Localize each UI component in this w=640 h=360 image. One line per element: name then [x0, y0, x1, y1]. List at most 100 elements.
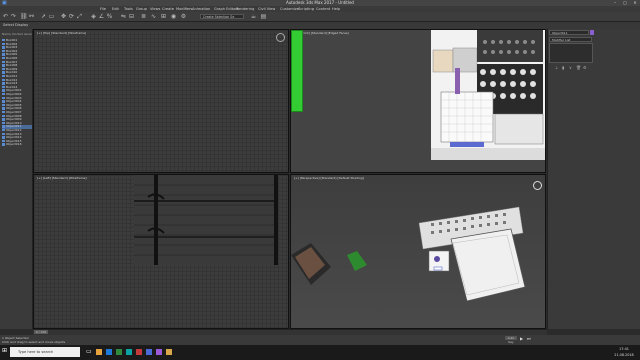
angle-snap-icon[interactable]: ∠ [98, 13, 105, 20]
visibility-icon[interactable] [2, 60, 5, 63]
object-name-field[interactable]: Object011 [549, 30, 589, 35]
visibility-icon[interactable] [2, 118, 5, 121]
tab-select[interactable]: Select [3, 22, 14, 29]
redo-icon[interactable]: ↷ [10, 13, 17, 20]
visibility-icon[interactable] [2, 85, 5, 89]
tab-display[interactable]: Display [15, 22, 28, 29]
time-slider[interactable]: 0 / 100 [34, 330, 48, 334]
modifier-list-dropdown[interactable]: Modifier List [549, 37, 592, 42]
scene-explorer: Name (Sorted Ascendi Box001Box002Box003B… [0, 29, 33, 329]
scene-explorer-row[interactable]: Object016 [2, 143, 32, 146]
visibility-icon[interactable] [2, 67, 5, 71]
object-color-swatch[interactable] [590, 30, 594, 35]
viewcube-icon[interactable] [276, 33, 285, 42]
select-object-icon[interactable]: ➚ [40, 13, 47, 20]
visibility-icon[interactable] [2, 129, 5, 132]
visibility-icon[interactable] [2, 42, 5, 45]
visibility-icon[interactable] [2, 103, 5, 107]
pin-stack-icon[interactable]: ⊥ [555, 65, 558, 70]
visibility-icon[interactable] [2, 136, 5, 139]
scene-explorer-header[interactable]: Name (Sorted Ascendi [2, 33, 32, 36]
visibility-icon[interactable] [2, 82, 5, 85]
app-taskbar-icon-4[interactable] [166, 349, 172, 355]
status-bar [0, 335, 640, 345]
configure-sets-icon[interactable]: ⚙ [583, 65, 587, 70]
visibility-icon[interactable] [2, 96, 5, 99]
material-editor-icon[interactable]: ◉ [170, 13, 177, 20]
move-icon[interactable]: ✥ [60, 13, 67, 20]
app-taskbar-icon-3[interactable] [156, 349, 162, 355]
viewport-top[interactable]: [+] [Top] [Standard] [Wireframe] [33, 29, 289, 173]
visibility-icon[interactable] [2, 39, 5, 42]
schematic-icon[interactable]: ⊞ [160, 13, 167, 20]
render-setup-icon[interactable]: ⚙ [180, 13, 187, 20]
command-panel [547, 29, 640, 329]
visibility-icon[interactable] [2, 71, 5, 74]
excel-icon[interactable] [116, 349, 122, 355]
percent-snap-icon[interactable]: % [106, 13, 113, 20]
scene-explorer-tabs [0, 22, 640, 29]
render-icon[interactable]: ☕ [250, 13, 257, 20]
selection-set-dropdown[interactable]: Create Selection Se [200, 14, 244, 19]
scale-icon[interactable]: ⤢ [76, 13, 83, 20]
viewport-perspective[interactable]: [+] [Perspective] [Standard] [Default Sh… [290, 174, 546, 329]
viewport-perspective-label[interactable]: [+] [Perspective] [Standard] [Default Sh… [294, 176, 364, 180]
auto-key-button[interactable]: Auto Key [505, 336, 517, 344]
mirror-icon[interactable]: ⇋ [120, 13, 127, 20]
bed-wireframe-left [134, 175, 278, 265]
remove-modifier-icon[interactable]: 🗑 [576, 65, 581, 70]
visibility-icon[interactable] [2, 143, 5, 146]
unlink-icon[interactable]: ⚯ [28, 13, 35, 20]
visibility-icon[interactable] [2, 100, 5, 103]
visibility-icon[interactable] [2, 139, 5, 143]
app-taskbar-icon[interactable] [136, 349, 142, 355]
visibility-icon[interactable] [2, 111, 5, 114]
scene-explorer-row-label: Object016 [6, 143, 22, 147]
show-end-result-icon[interactable]: ▮ [562, 65, 564, 70]
taskbar-clock[interactable]: 17:41 21.08.2018 [610, 346, 638, 358]
visibility-icon[interactable] [2, 93, 5, 96]
visibility-icon[interactable] [2, 107, 5, 110]
visibility-icon[interactable] [2, 89, 5, 92]
viewport-left-label[interactable]: [+] [Left] [Standard] [Wireframe] [37, 176, 87, 180]
visibility-icon[interactable] [2, 53, 5, 56]
viewcube-icon[interactable] [533, 181, 542, 190]
undo-icon[interactable]: ↶ [2, 13, 9, 20]
rotate-icon[interactable]: ⟳ [68, 13, 75, 20]
visibility-icon[interactable] [2, 49, 5, 53]
next-frame-icon[interactable]: ⏭ [527, 336, 531, 341]
visibility-icon[interactable] [2, 125, 5, 128]
clock-date: 21.08.2018 [614, 353, 634, 357]
render-frame-icon[interactable]: ▤ [260, 13, 267, 20]
make-unique-icon[interactable]: ∨ [569, 65, 572, 70]
viewport-top-label[interactable]: [+] [Top] [Standard] [Wireframe] [37, 31, 86, 35]
task-view-icon[interactable]: ▭ [86, 349, 92, 355]
visibility-icon[interactable] [2, 78, 5, 81]
layers-icon[interactable]: ≣ [140, 13, 147, 20]
visibility-icon[interactable] [2, 114, 5, 117]
snap-icon[interactable]: ◈ [90, 13, 97, 20]
align-icon[interactable]: ⊟ [128, 13, 135, 20]
curve-editor-icon[interactable]: ∿ [150, 13, 157, 20]
visibility-icon[interactable] [2, 57, 5, 60]
link-icon[interactable]: ⛓ [20, 13, 28, 20]
modifier-stack[interactable] [549, 43, 593, 63]
viewport-left[interactable]: [+] [Left] [Standard] [Wireframe] [33, 174, 289, 329]
modifier-stack-controls: ⊥ ▮ ∨ 🗑 ⚙ [555, 65, 589, 70]
visibility-icon[interactable] [2, 132, 5, 135]
status-prompt-text: Click and drag to select and move object… [2, 340, 66, 344]
visibility-icon[interactable] [2, 46, 5, 49]
visibility-icon[interactable] [2, 75, 5, 78]
select-region-icon[interactable]: ▭ [48, 13, 55, 20]
app-taskbar-icon-2[interactable] [146, 349, 152, 355]
taskbar-search-input[interactable]: Type here to search [10, 347, 80, 357]
3dsmax-taskbar-icon[interactable] [126, 349, 132, 355]
visibility-icon[interactable] [2, 64, 5, 67]
file-explorer-icon[interactable] [96, 349, 102, 355]
viewport-front[interactable]: [+] [Front] [Standard] [Edged Faces] [290, 29, 546, 173]
windows-start-icon[interactable]: ⊞ [2, 348, 8, 354]
edge-icon[interactable] [106, 349, 112, 355]
visibility-icon[interactable] [2, 121, 5, 125]
play-icon[interactable]: ▶ [520, 336, 523, 341]
green-object[interactable] [291, 30, 303, 112]
